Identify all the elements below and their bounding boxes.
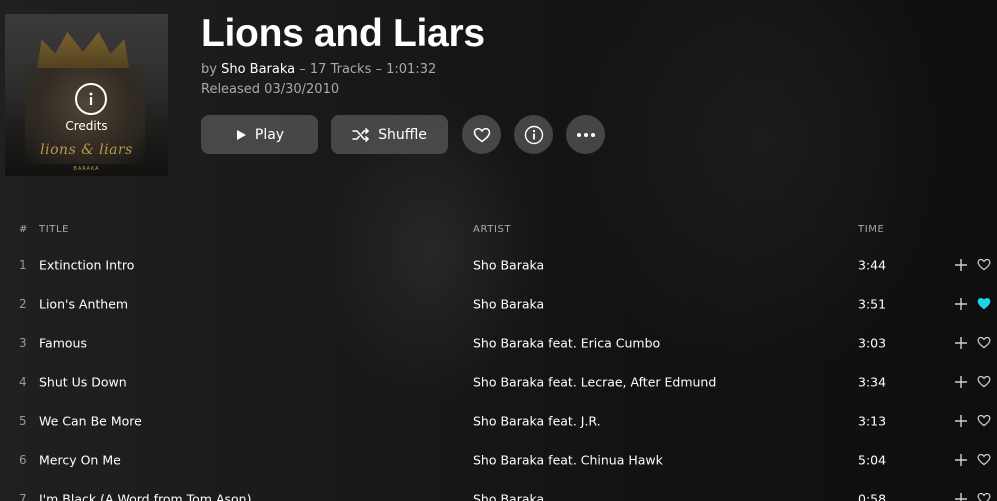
- track-row[interactable]: 7 I'm Black (A Word from Tom Ason) Sho Bar…: [0, 479, 997, 501]
- track-duration: 3:51: [858, 296, 887, 311]
- track-duration: 3:34: [858, 374, 887, 389]
- track-row[interactable]: 3 Famous Sho Baraka feat. Erica Cumbo 3:03: [0, 323, 997, 362]
- track-number: 5: [19, 413, 27, 428]
- play-icon: [235, 129, 247, 141]
- release-date: Released 03/30/2010: [201, 82, 340, 97]
- track-title[interactable]: Extinction Intro: [39, 257, 134, 272]
- info-icon[interactable]: [75, 83, 107, 115]
- plus-icon[interactable]: [954, 258, 968, 272]
- track-artist[interactable]: Sho Baraka feat. Lecrae, After Edmund: [473, 374, 716, 389]
- plus-icon[interactable]: [954, 453, 968, 467]
- track-duration: 3:44: [858, 257, 887, 272]
- tracks-duration: – 17 Tracks – 1:01:32: [295, 62, 437, 77]
- album-info-button[interactable]: [514, 115, 553, 154]
- track-title[interactable]: We Can Be More: [39, 413, 142, 428]
- track-artist[interactable]: Sho Baraka feat. Chinua Hawk: [473, 452, 663, 467]
- heart-icon[interactable]: [977, 414, 991, 428]
- track-number: 3: [19, 335, 27, 350]
- track-title[interactable]: Shut Us Down: [39, 374, 127, 389]
- plus-icon[interactable]: [954, 297, 968, 311]
- track-duration: 3:13: [858, 413, 887, 428]
- track-row[interactable]: 1 Extinction Intro Sho Baraka 3:44: [0, 245, 997, 284]
- by-prefix: by: [201, 62, 222, 77]
- heart-icon[interactable]: [977, 336, 991, 350]
- track-number: 2: [19, 296, 27, 311]
- heart-icon[interactable]: [977, 375, 991, 389]
- column-header-title[interactable]: TITLE: [39, 224, 69, 235]
- track-artist[interactable]: Sho Baraka feat. J.R.: [473, 413, 601, 428]
- track-row[interactable]: 6 Mercy On Me Sho Baraka feat. Chinua Hawk…: [0, 440, 997, 479]
- track-number: 6: [19, 452, 27, 467]
- shuffle-button[interactable]: Shuffle: [331, 115, 448, 154]
- track-duration: 5:04: [858, 452, 887, 467]
- heart-icon: [473, 127, 491, 143]
- shuffle-icon: [352, 127, 370, 142]
- album-meta: by Sho Baraka – 17 Tracks – 1:01:32: [201, 62, 436, 77]
- track-title[interactable]: Lion's Anthem: [39, 296, 128, 311]
- credits-label[interactable]: Credits: [5, 119, 168, 133]
- album-cover[interactable]: lions & liars BARAKA Credits: [5, 14, 168, 176]
- heart-icon[interactable]: [977, 297, 991, 311]
- heart-icon[interactable]: [977, 453, 991, 467]
- column-header-number: #: [19, 224, 28, 235]
- plus-icon[interactable]: [954, 375, 968, 389]
- album-title: Lions and Liars: [201, 12, 485, 55]
- more-options-button[interactable]: [566, 115, 605, 154]
- cover-title-text: lions & liars: [40, 142, 133, 158]
- artist-link[interactable]: Sho Baraka: [221, 62, 295, 77]
- track-row[interactable]: 4 Shut Us Down Sho Baraka feat. Lecrae, Af…: [0, 362, 997, 401]
- track-title[interactable]: I'm Black (A Word from Tom Ason): [39, 491, 251, 501]
- track-artist[interactable]: Sho Baraka: [473, 257, 544, 272]
- track-number: 4: [19, 374, 27, 389]
- favorite-album-button[interactable]: [462, 115, 501, 154]
- shuffle-label: Shuffle: [378, 126, 427, 143]
- track-number: 7: [19, 491, 27, 501]
- column-header-time[interactable]: TIME: [858, 224, 884, 235]
- track-artist[interactable]: Sho Baraka: [473, 296, 544, 311]
- heart-icon[interactable]: [977, 258, 991, 272]
- more-icon: [576, 132, 596, 138]
- track-artist[interactable]: Sho Baraka feat. Erica Cumbo: [473, 335, 660, 350]
- column-header-artist[interactable]: ARTIST: [473, 224, 511, 235]
- track-title[interactable]: Mercy On Me: [39, 452, 121, 467]
- plus-icon[interactable]: [954, 336, 968, 350]
- track-number: 1: [19, 257, 27, 272]
- heart-icon[interactable]: [977, 492, 991, 501]
- cover-artist-text: BARAKA: [73, 166, 100, 172]
- track-duration: 0:58: [858, 491, 887, 501]
- track-duration: 3:03: [858, 335, 887, 350]
- track-row[interactable]: 5 We Can Be More Sho Baraka feat. J.R. 3:13: [0, 401, 997, 440]
- plus-icon[interactable]: [954, 492, 968, 501]
- track-title[interactable]: Famous: [39, 335, 87, 350]
- play-label: Play: [254, 126, 285, 143]
- info-icon: [524, 125, 544, 145]
- track-artist[interactable]: Sho Baraka: [473, 491, 544, 501]
- track-row[interactable]: 2 Lion's Anthem Sho Baraka 3:51: [0, 284, 997, 323]
- plus-icon[interactable]: [954, 414, 968, 428]
- play-button[interactable]: Play: [201, 115, 318, 154]
